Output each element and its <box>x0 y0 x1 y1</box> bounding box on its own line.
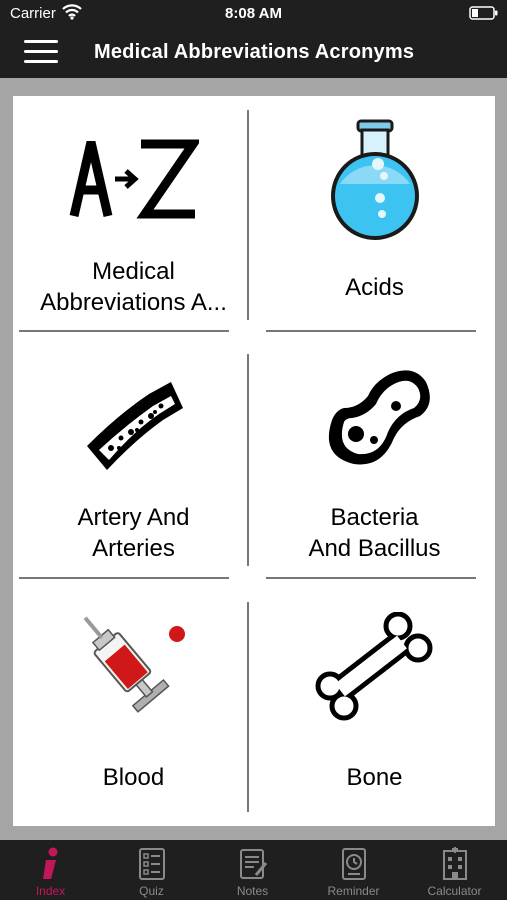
page-title: Medical Abbreviations Acronyms <box>94 41 415 63</box>
tile-label: Blood <box>102 764 165 791</box>
quiz-icon <box>138 848 165 880</box>
grid-divider <box>247 602 249 812</box>
tab-notes[interactable]: Notes <box>202 840 303 900</box>
category-tile-medical-abbreviations[interactable]: Medical Abbreviations A... <box>13 96 254 336</box>
tab-bar: Index Quiz Notes Reminder Calculator <box>0 840 507 900</box>
category-tile-artery[interactable]: Artery And Arteries <box>13 346 254 586</box>
hamburger-menu-icon[interactable] <box>24 40 58 66</box>
tile-label: Acids <box>345 274 404 301</box>
tab-label: Calculator <box>427 884 482 898</box>
notes-icon <box>239 849 267 879</box>
tile-label: Artery And Arteries <box>77 504 190 562</box>
category-tile-blood[interactable]: Blood <box>13 596 254 836</box>
grid-divider <box>247 354 249 566</box>
grid-divider <box>247 110 249 320</box>
artery-icon <box>86 382 183 470</box>
tab-index[interactable]: Index <box>0 840 101 900</box>
reminder-icon <box>341 848 366 880</box>
grid-divider <box>266 330 476 332</box>
tile-label: Bone <box>346 764 403 791</box>
bone-icon <box>315 612 432 721</box>
category-grid: Medical Abbreviations A... Acids Artery … <box>13 96 495 826</box>
nav-bar: Medical Abbreviations Acronyms <box>0 28 507 78</box>
a-to-z-icon <box>69 139 199 219</box>
syringe-icon <box>83 616 185 713</box>
grid-divider <box>19 330 229 332</box>
battery-icon <box>469 6 499 20</box>
tile-label: Bacteria And Bacillus <box>308 504 441 562</box>
info-icon <box>42 847 57 879</box>
tab-reminder[interactable]: Reminder <box>303 840 404 900</box>
tab-label: Index <box>35 884 66 898</box>
category-tile-acids[interactable]: Acids <box>254 96 495 336</box>
tab-quiz[interactable]: Quiz <box>101 840 202 900</box>
calculator-icon <box>442 847 467 880</box>
tab-label: Quiz <box>139 884 164 898</box>
category-tile-bacteria[interactable]: Bacteria And Bacillus <box>254 346 495 586</box>
bacteria-icon <box>328 370 430 465</box>
tab-calculator[interactable]: Calculator <box>404 840 505 900</box>
tile-label: Medical Abbreviations A... <box>40 258 227 316</box>
grid-divider <box>19 577 229 579</box>
clock: 8:08 AM <box>225 5 282 22</box>
category-tile-bone[interactable]: Bone <box>254 596 495 836</box>
flask-icon <box>330 119 419 240</box>
status-bar: Carrier 8:08 AM <box>0 0 507 28</box>
tab-label: Reminder <box>327 884 380 898</box>
grid-divider <box>266 577 476 579</box>
tab-label: Notes <box>236 884 269 898</box>
